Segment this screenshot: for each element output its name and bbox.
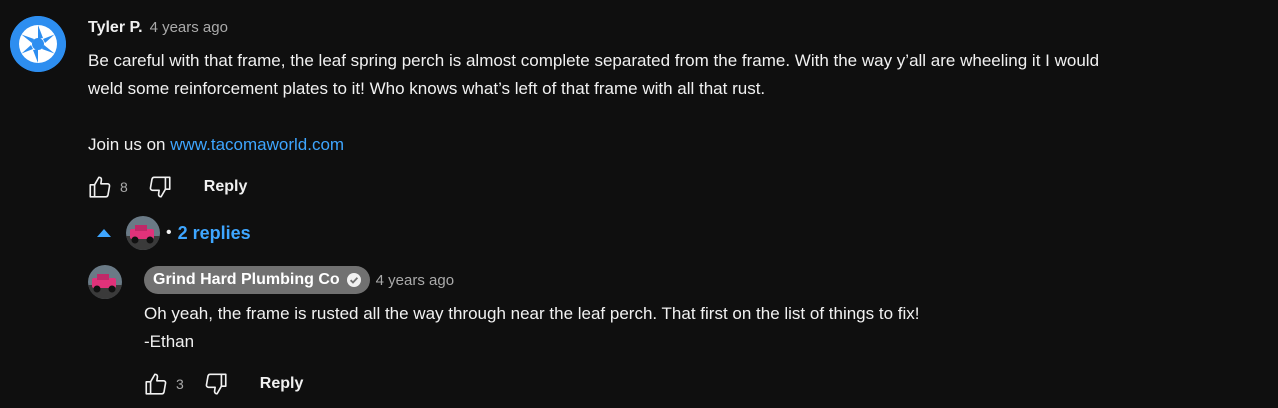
- comment-line-1: Be careful with that frame, the leaf spr…: [88, 51, 1100, 70]
- comment-time[interactable]: 4 years ago: [150, 19, 228, 36]
- reply-button[interactable]: Reply: [204, 178, 248, 196]
- reply-reply-button[interactable]: Reply: [260, 375, 304, 393]
- verified-check-icon: [346, 273, 361, 287]
- thumbs-up-icon: [89, 176, 111, 198]
- truck-photo-icon: [88, 265, 122, 299]
- reply-author-avatar[interactable]: [88, 265, 122, 299]
- comment-actions: 8 Reply: [86, 173, 247, 201]
- reply-author: Grind Hard Plumbing Co: [153, 271, 340, 288]
- dislike-button[interactable]: [146, 173, 174, 201]
- comment-line-2: weld some reinforcement plates to it! Wh…: [88, 79, 766, 98]
- join-prefix: Join us on: [88, 135, 166, 154]
- camera-aperture-icon: [10, 16, 66, 72]
- commenter-avatar[interactable]: [10, 16, 66, 72]
- reply-header: Grind Hard Plumbing Co 4 years ago: [144, 266, 454, 294]
- like-count: 8: [120, 179, 128, 195]
- thumbs-down-icon: [205, 373, 227, 395]
- like-button[interactable]: [86, 173, 114, 201]
- tacomaworld-link[interactable]: www.tacomaworld.com: [170, 135, 344, 154]
- reply-line-1: Oh yeah, the frame is rusted all the way…: [144, 304, 920, 323]
- chevron-up-icon: [97, 229, 111, 237]
- replies-dot: •: [166, 224, 172, 241]
- thumbs-up-icon: [145, 373, 167, 395]
- comment-body: Be careful with that frame, the leaf spr…: [88, 47, 1268, 103]
- reply-body: Oh yeah, the frame is rusted all the way…: [144, 300, 919, 356]
- thumbs-down-icon: [149, 176, 171, 198]
- reply-like-count: 3: [176, 376, 184, 392]
- comment-author[interactable]: Tyler P.: [88, 19, 143, 37]
- reply-author-avatar-small: [126, 216, 160, 250]
- comment-header: Tyler P. 4 years ago: [88, 19, 228, 37]
- replies-toggle[interactable]: • 2 replies: [96, 216, 251, 250]
- reply-dislike-button[interactable]: [202, 370, 230, 398]
- reply-like-button[interactable]: [142, 370, 170, 398]
- truck-photo-icon: [126, 216, 160, 250]
- replies-count-label[interactable]: 2 replies: [178, 223, 251, 244]
- reply-author-chip[interactable]: Grind Hard Plumbing Co: [144, 266, 370, 294]
- reply-line-2: -Ethan: [144, 332, 195, 351]
- comment-join-line: Join us on www.tacomaworld.com: [88, 131, 344, 159]
- reply-time[interactable]: 4 years ago: [376, 272, 454, 289]
- reply-actions: 3 Reply: [142, 370, 303, 398]
